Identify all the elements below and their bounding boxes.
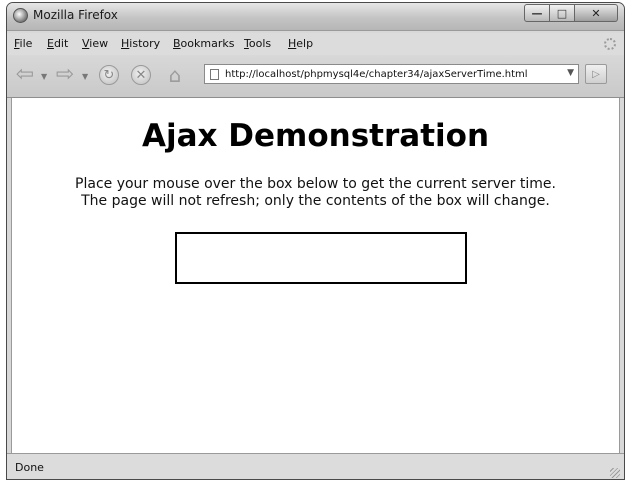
back-button[interactable]: ⇦ [13,64,37,86]
page-heading: Ajax Demonstration [141,118,490,154]
back-icon: ⇦ [15,62,35,87]
instruction-line-2: The page will not refresh; only the cont… [81,193,550,209]
menu-file[interactable]: File [14,37,32,50]
menu-history[interactable]: History [121,37,160,50]
maximize-icon: □ [556,6,568,20]
page-icon [210,68,219,80]
home-icon: ⌂ [168,63,182,87]
window-title: Mozilla Firefox [33,8,118,22]
forward-history-dropdown-icon[interactable]: ▼ [82,72,88,81]
title-bar[interactable]: Mozilla Firefox — □ ✕ [7,3,624,31]
back-history-dropdown-icon[interactable]: ▼ [41,72,47,81]
instruction-line-1: Place your mouse over the box below to g… [75,176,556,192]
status-text: Done [15,461,44,474]
maximize-button[interactable]: □ [550,4,575,22]
menu-tools[interactable]: Tools [244,37,271,50]
home-button[interactable]: ⌂ [163,63,187,87]
menu-view[interactable]: View [82,37,108,50]
menu-bookmarks[interactable]: Bookmarks [173,37,234,50]
browser-window: Mozilla Firefox — □ ✕ File Edit View His… [6,2,625,480]
reload-button[interactable]: ↻ [99,65,119,85]
address-url[interactable]: http://localhost/phpmysql4e/chapter34/aj… [225,69,528,80]
server-time-box[interactable] [175,232,467,284]
close-icon: ✕ [591,6,601,20]
close-button[interactable]: ✕ [575,4,618,22]
status-bar: Done [7,453,624,479]
reload-icon: ↻ [103,67,115,83]
forward-button[interactable]: ⇨ [53,64,77,86]
address-bar[interactable]: http://localhost/phpmysql4e/chapter34/aj… [204,64,579,84]
resize-grip-icon[interactable] [610,468,620,478]
minimize-icon: — [531,6,543,20]
go-button[interactable]: ▷ [585,64,607,84]
throbber-icon [604,38,616,50]
page-content: Ajax Demonstration Place your mouse over… [11,98,620,453]
minimize-button[interactable]: — [524,4,550,22]
forward-icon: ⇨ [55,62,75,87]
stop-icon: ✕ [135,67,147,83]
page-instructions: Place your mouse over the box below to g… [12,176,619,210]
address-dropdown-icon[interactable]: ▼ [567,68,574,78]
navigation-toolbar: ⇦ ▼ ⇨ ▼ ↻ ✕ ⌂ http://localhost/phpmysql4… [7,55,624,98]
menu-help[interactable]: Help [288,37,313,50]
menu-bar: File Edit View History Bookmarks Tools H… [7,33,624,55]
menu-edit[interactable]: Edit [47,37,68,50]
window-controls: — □ ✕ [524,4,618,23]
firefox-icon [13,8,28,23]
go-icon: ▷ [592,68,600,80]
stop-button[interactable]: ✕ [131,65,151,85]
